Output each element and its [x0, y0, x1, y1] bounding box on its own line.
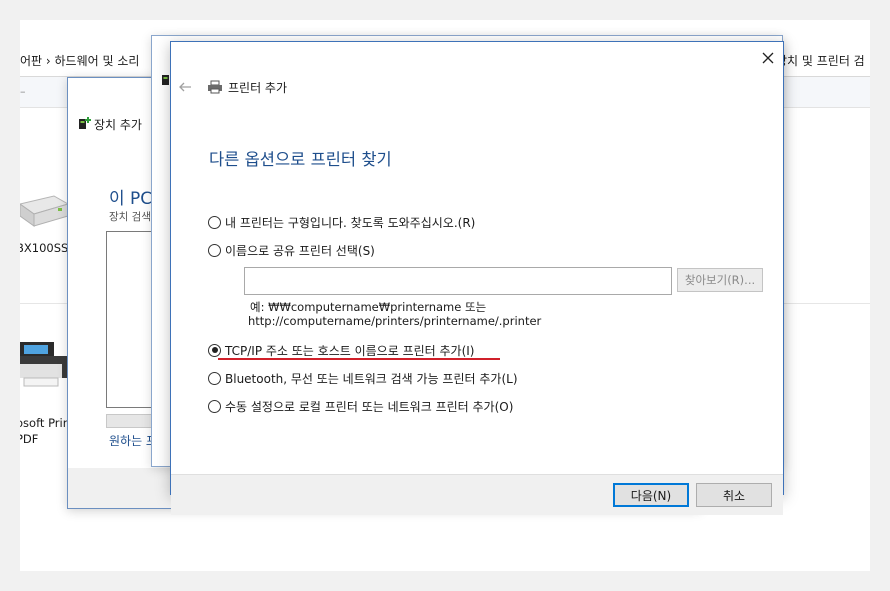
- option-label: 내 프린터는 구형입니다. 찾도록 도와주십시오.(R): [225, 215, 476, 230]
- add-device-icon: [79, 117, 91, 129]
- back-arrow-icon[interactable]: [178, 80, 192, 94]
- screenshot-canvas: 어판 › 하드웨어 및 소리 장치 및 프린터 검 – BX100SS osof…: [20, 20, 870, 571]
- option-legacy-printer[interactable]: 내 프린터는 구형입니다. 찾도록 도와주십시오.(R): [208, 213, 475, 231]
- option-bluetooth-printer[interactable]: Bluetooth, 무선 또는 네트워크 검색 가능 프린터 추가(L): [208, 369, 518, 387]
- option-label: 이름으로 공유 프린터 선택(S): [225, 243, 375, 258]
- cancel-button[interactable]: 취소: [696, 483, 772, 507]
- option-shared-printer[interactable]: 이름으로 공유 프린터 선택(S): [208, 241, 375, 259]
- device-list[interactable]: [106, 231, 154, 408]
- option-label: Bluetooth, 무선 또는 네트워크 검색 가능 프린터 추가(L): [225, 371, 518, 386]
- device-label[interactable]: PDF: [20, 432, 38, 446]
- device-label[interactable]: BX100SS: [20, 241, 68, 255]
- radio-button[interactable]: [208, 215, 221, 229]
- example-text: http://computername/printers/printername…: [248, 314, 542, 328]
- radio-button-selected[interactable]: [208, 343, 221, 357]
- dialog-footer: [171, 474, 783, 515]
- radio-button[interactable]: [208, 371, 221, 385]
- radio-button[interactable]: [208, 243, 221, 257]
- toolbar-dash-icon: –: [20, 85, 26, 98]
- shared-printer-input[interactable]: [244, 267, 672, 295]
- breadcrumb[interactable]: 어판 › 하드웨어 및 소리: [20, 52, 139, 69]
- help-link[interactable]: 원하는 프: [109, 432, 157, 449]
- dialog-title: 프린터 추가: [228, 81, 288, 95]
- device-thumbnail-printer[interactable]: [20, 338, 72, 394]
- option-label: TCP/IP 주소 또는 호스트 이름으로 프린터 추가(I): [225, 343, 475, 358]
- option-manual-printer[interactable]: 수동 설정으로 로컬 프린터 또는 네트워크 프린터 추가(O): [208, 397, 513, 415]
- breadcrumb-current[interactable]: 장치 및 프린터 검: [776, 52, 865, 69]
- status-text: 장치 검색: [109, 211, 151, 223]
- page-title: 이 PC: [109, 189, 153, 209]
- browse-button[interactable]: 찾아보기(R)...: [677, 268, 763, 292]
- highlight-underline: [218, 358, 500, 360]
- close-icon[interactable]: [759, 49, 777, 67]
- device-thumbnail-drive[interactable]: [20, 190, 70, 230]
- page-title: 다른 옵션으로 프린터 찾기: [209, 150, 392, 169]
- next-button[interactable]: 다음(N): [613, 483, 689, 507]
- radio-button[interactable]: [208, 399, 221, 413]
- add-printer-dialog: 프린터 추가 다른 옵션으로 프린터 찾기 내 프린터는 구형입니다. 찾도록 …: [170, 41, 784, 515]
- window-title: 장치 추가: [94, 118, 142, 132]
- device-label[interactable]: osoft Prin: [20, 416, 70, 430]
- progress-bar: [106, 414, 154, 428]
- option-tcpip-printer[interactable]: TCP/IP 주소 또는 호스트 이름으로 프린터 추가(I): [208, 341, 475, 359]
- example-text: 예: ₩₩computername₩printername 또는: [250, 300, 487, 314]
- printer-icon: [208, 80, 222, 94]
- option-label: 수동 설정으로 로컬 프린터 또는 네트워크 프린터 추가(O): [225, 399, 514, 414]
